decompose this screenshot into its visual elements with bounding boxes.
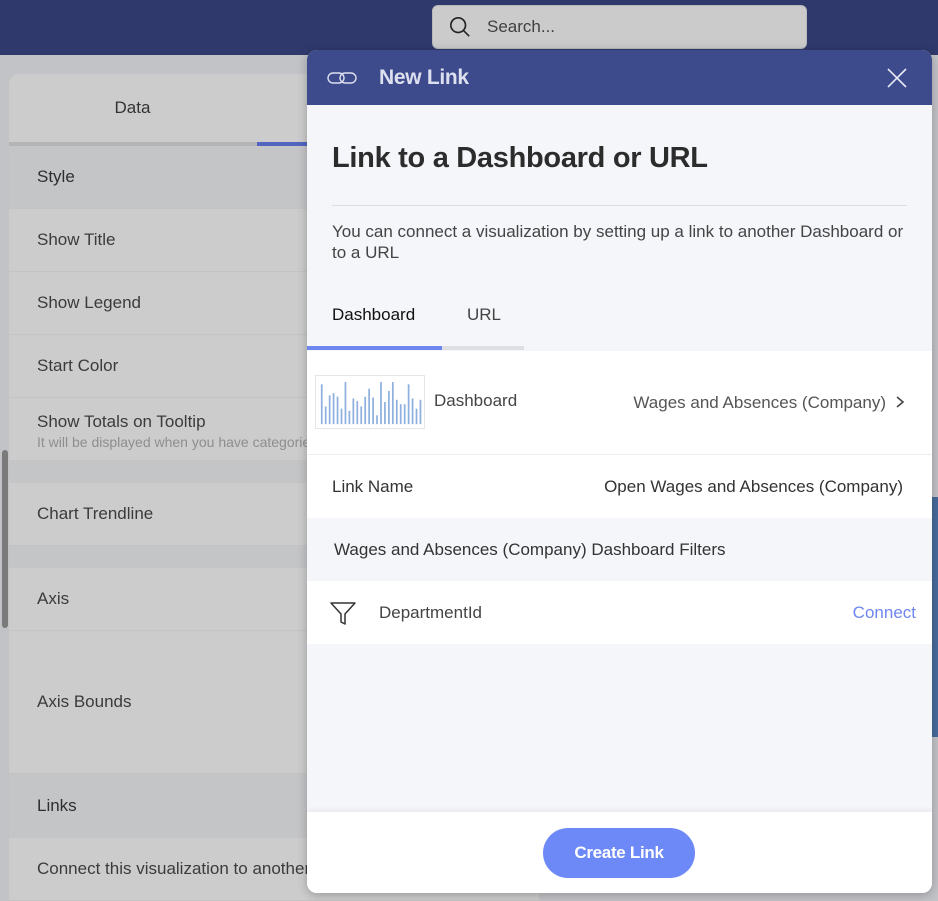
- thumbnail-bar: [364, 396, 367, 425]
- dashboard-selector-row[interactable]: Dashboard Wages and Absences (Company): [307, 351, 932, 455]
- filter-icon: [330, 602, 356, 625]
- link-name-label: Link Name: [332, 476, 414, 496]
- chevron-right-icon[interactable]: [895, 395, 905, 409]
- thumbnail-bar: [388, 390, 390, 425]
- search-icon: [450, 17, 470, 37]
- dialog-heading: Link to a Dashboard or URL: [332, 142, 708, 174]
- setting-label: Show Title: [37, 230, 116, 249]
- thumbnail-bar: [380, 382, 382, 425]
- settings-scrollbar[interactable]: [2, 450, 8, 628]
- dialog-header: New Link: [307, 50, 932, 105]
- setting-label: Axis: [37, 589, 70, 608]
- setting-label: Show Totals on Tooltip: [37, 412, 206, 431]
- thumbnail-bar: [372, 397, 374, 425]
- thumbnail-bar: [411, 398, 414, 425]
- thumbnail-bar: [415, 408, 418, 425]
- setting-label: Chart Trendline: [37, 504, 154, 523]
- setting-sublabel: It will be displayed when you have categ…: [37, 434, 318, 450]
- thumbnail-bar: [384, 402, 386, 425]
- thumbnail-bar: [419, 399, 422, 425]
- thumbnail-bar: [391, 382, 394, 425]
- section-style-label: Style: [37, 167, 75, 186]
- dashboard-value[interactable]: Wages and Absences (Company): [633, 393, 886, 413]
- filters-heading: Wages and Absences (Company) Dashboard F…: [334, 540, 726, 559]
- filter-name: DepartmentId: [379, 602, 482, 622]
- setting-label: Show Legend: [37, 293, 141, 312]
- close-icon[interactable]: [886, 67, 908, 89]
- dialog-title: New Link: [379, 65, 469, 89]
- setting-label: Axis Bounds: [37, 692, 132, 711]
- tab-url[interactable]: URL: [467, 305, 501, 325]
- setting-label: Start Color: [37, 356, 119, 375]
- dashboard-thumbnail: [315, 375, 425, 429]
- thumbnail-bar: [395, 399, 398, 425]
- link-name-row[interactable]: Link Name Open Wages and Absences (Compa…: [307, 455, 932, 518]
- thumbnail-bar: [399, 404, 402, 425]
- divider: [332, 205, 907, 206]
- thumbnail-bar: [324, 406, 327, 425]
- thumbnail-bar: [328, 395, 331, 425]
- search-placeholder[interactable]: Search...: [487, 17, 555, 37]
- tab-data[interactable]: Data: [9, 74, 256, 142]
- search-box[interactable]: Search...: [432, 5, 807, 49]
- background-visualization-edge: [931, 497, 938, 737]
- dialog-footer: Create Link: [307, 812, 932, 893]
- section-links-label: Links: [37, 795, 77, 815]
- thumbnail-bar: [356, 401, 359, 425]
- dialog-description: You can connect a visualization by setti…: [332, 222, 904, 262]
- thumbnail-bar: [344, 382, 347, 425]
- link-type-tabs: Dashboard URL: [307, 295, 524, 351]
- create-link-button[interactable]: Create Link: [543, 828, 695, 878]
- thumbnail-bar: [336, 396, 339, 425]
- thumbnail-bar: [403, 404, 406, 425]
- dashboard-label: Dashboard: [434, 391, 518, 410]
- tab-dashboard[interactable]: Dashboard: [332, 305, 415, 325]
- connect-filter-link[interactable]: Connect: [853, 603, 916, 623]
- link-icon: [327, 71, 357, 84]
- thumbnail-bar: [407, 384, 410, 425]
- thumbnail-bar: [360, 406, 363, 425]
- link-name-input[interactable]: Open Wages and Absences (Company): [604, 477, 903, 497]
- filter-row: DepartmentId Connect: [307, 581, 932, 644]
- new-link-dialog: New Link Link to a Dashboard or URL You …: [307, 50, 932, 893]
- thumbnail-bar: [352, 398, 355, 425]
- thumbnail-bar: [340, 408, 343, 425]
- thumbnail-bar: [368, 388, 370, 425]
- thumbnail-bar: [348, 410, 351, 425]
- thumbnail-bar: [376, 415, 378, 425]
- tab-indicator: [307, 346, 442, 350]
- thumbnail-bar: [320, 384, 323, 425]
- thumbnail-bar: [332, 393, 335, 425]
